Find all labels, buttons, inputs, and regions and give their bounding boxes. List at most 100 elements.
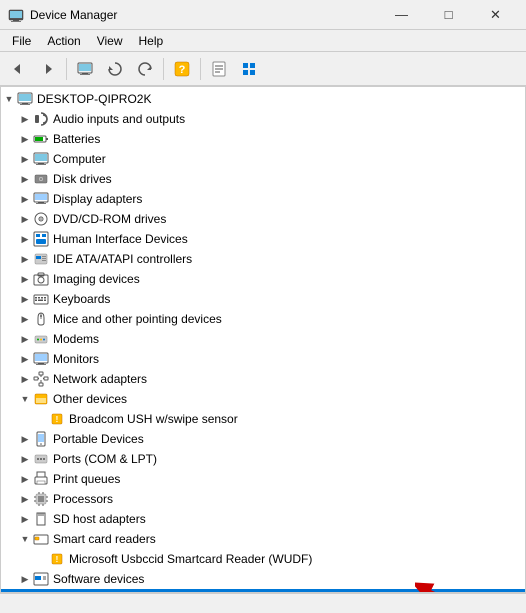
root-expander[interactable]: ▼ bbox=[1, 91, 17, 107]
list-item[interactable]: ▶ Imaging devices bbox=[1, 269, 525, 289]
usbccid-icon: ! bbox=[49, 551, 65, 567]
list-item[interactable]: ▶ Display adapters bbox=[1, 189, 525, 209]
list-item[interactable]: ▶ Modems bbox=[1, 329, 525, 349]
batteries-label: Batteries bbox=[53, 132, 100, 146]
list-item[interactable]: ▶ Batteries bbox=[1, 129, 525, 149]
window-controls: — □ ✕ bbox=[379, 0, 518, 30]
keyboards-expander[interactable]: ▶ bbox=[17, 291, 33, 307]
menu-bar: File Action View Help bbox=[0, 30, 526, 52]
portable-label: Portable Devices bbox=[53, 432, 144, 446]
computer-device-icon bbox=[33, 151, 49, 167]
dvd-icon bbox=[33, 211, 49, 227]
imaging-expander[interactable]: ▶ bbox=[17, 271, 33, 287]
list-item[interactable]: ▶ Disk drives bbox=[1, 169, 525, 189]
list-item[interactable]: ▶ Ports (COM & LPT) bbox=[1, 449, 525, 469]
list-item[interactable]: ▶ Monitors bbox=[1, 349, 525, 369]
list-item[interactable]: ▶ Mice and other pointing devices bbox=[1, 309, 525, 329]
smartcard-expander[interactable]: ▼ bbox=[17, 531, 33, 547]
modems-expander[interactable]: ▶ bbox=[17, 331, 33, 347]
list-item[interactable]: ▶ Human Interface Devices bbox=[1, 229, 525, 249]
audio-expander[interactable]: ▶ bbox=[17, 111, 33, 127]
device-tree[interactable]: ▼ DESKTOP-QIPRO2K ▶ bbox=[0, 86, 526, 593]
usbccid-label: Microsoft Usbccid Smartcard Reader (WUDF… bbox=[69, 552, 312, 566]
monitor-icon bbox=[33, 351, 49, 367]
dvd-expander[interactable]: ▶ bbox=[17, 211, 33, 227]
list-item[interactable]: ▶ ! Microsoft Usbccid Smartcard Reader (… bbox=[1, 549, 525, 569]
hid-expander[interactable]: ▶ bbox=[17, 231, 33, 247]
close-button[interactable]: ✕ bbox=[473, 0, 518, 30]
back-button[interactable] bbox=[4, 55, 32, 83]
menu-view[interactable]: View bbox=[89, 30, 131, 52]
computer-label: Computer bbox=[53, 152, 106, 166]
printer-icon bbox=[33, 471, 49, 487]
display-label: Display adapters bbox=[53, 192, 142, 206]
modems-label: Modems bbox=[53, 332, 99, 346]
dvd-label: DVD/CD-ROM drives bbox=[53, 212, 166, 226]
list-item[interactable]: ▶ Processors bbox=[1, 489, 525, 509]
ide-expander[interactable]: ▶ bbox=[17, 251, 33, 267]
menu-help[interactable]: Help bbox=[131, 30, 172, 52]
svg-text:!: ! bbox=[56, 415, 59, 424]
list-item[interactable]: ▶ Portable Devices bbox=[1, 429, 525, 449]
list-item[interactable]: ▶ Keyboards bbox=[1, 289, 525, 309]
computer-icon bbox=[17, 91, 33, 107]
imaging-label: Imaging devices bbox=[53, 272, 140, 286]
list-item[interactable]: ▶ Audio inputs and outputs bbox=[1, 109, 525, 129]
network-expander[interactable]: ▶ bbox=[17, 371, 33, 387]
batteries-expander[interactable]: ▶ bbox=[17, 131, 33, 147]
sd-expander[interactable]: ▶ bbox=[17, 511, 33, 527]
processors-expander[interactable]: ▶ bbox=[17, 491, 33, 507]
svg-text:!: ! bbox=[56, 555, 59, 564]
disk-expander[interactable]: ▶ bbox=[17, 171, 33, 187]
disk-icon bbox=[33, 171, 49, 187]
properties-button[interactable] bbox=[205, 55, 233, 83]
mouse-icon bbox=[33, 311, 49, 327]
hid-icon bbox=[33, 231, 49, 247]
processors-label: Processors bbox=[53, 492, 113, 506]
forward-button[interactable] bbox=[34, 55, 62, 83]
tree-root-item[interactable]: ▼ DESKTOP-QIPRO2K bbox=[1, 89, 525, 109]
display-expander[interactable]: ▶ bbox=[17, 191, 33, 207]
other-expander[interactable]: ▼ bbox=[17, 391, 33, 407]
list-item[interactable]: ▶ Software devices bbox=[1, 569, 525, 589]
mice-expander[interactable]: ▶ bbox=[17, 311, 33, 327]
print-expander[interactable]: ▶ bbox=[17, 471, 33, 487]
portable-expander[interactable]: ▶ bbox=[17, 431, 33, 447]
battery-icon bbox=[33, 131, 49, 147]
portable-icon bbox=[33, 431, 49, 447]
list-item[interactable]: ▼ Smart card readers bbox=[1, 529, 525, 549]
list-item[interactable]: ▶ Network adapters bbox=[1, 369, 525, 389]
menu-action[interactable]: Action bbox=[39, 30, 88, 52]
computer-expander[interactable]: ▶ bbox=[17, 151, 33, 167]
monitors-expander[interactable]: ▶ bbox=[17, 351, 33, 367]
computer-icon-btn[interactable] bbox=[71, 55, 99, 83]
monitors-label: Monitors bbox=[53, 352, 99, 366]
maximize-button[interactable]: □ bbox=[426, 0, 471, 30]
list-item[interactable]: ▼ Other devices bbox=[1, 389, 525, 409]
software-expander[interactable]: ▶ bbox=[17, 571, 33, 587]
modem-icon bbox=[33, 331, 49, 347]
rollback-button[interactable] bbox=[131, 55, 159, 83]
window-title: Device Manager bbox=[30, 8, 117, 22]
list-item[interactable]: ▶ Computer bbox=[1, 149, 525, 169]
view-button[interactable] bbox=[235, 55, 263, 83]
disk-label: Disk drives bbox=[53, 172, 112, 186]
sd-icon bbox=[33, 511, 49, 527]
update-button[interactable] bbox=[101, 55, 129, 83]
list-item[interactable]: ▶ ! Broadcom USH w/swipe sensor bbox=[1, 409, 525, 429]
list-item[interactable]: ▶ SD host adapters bbox=[1, 509, 525, 529]
audio-label: Audio inputs and outputs bbox=[53, 112, 185, 126]
help-button[interactable]: ? bbox=[168, 55, 196, 83]
list-item[interactable]: ▶ Print queues bbox=[1, 469, 525, 489]
minimize-button[interactable]: — bbox=[379, 0, 424, 30]
other-devices-icon bbox=[33, 391, 49, 407]
network-label: Network adapters bbox=[53, 372, 147, 386]
keyboards-label: Keyboards bbox=[53, 292, 110, 306]
list-item[interactable]: ▶ IDE ATA/ATAPI controllers bbox=[1, 249, 525, 269]
list-item[interactable]: ▶ DVD/CD-ROM drives bbox=[1, 209, 525, 229]
status-bar bbox=[0, 593, 526, 613]
menu-file[interactable]: File bbox=[4, 30, 39, 52]
ports-expander[interactable]: ▶ bbox=[17, 451, 33, 467]
software-icon bbox=[33, 571, 49, 587]
title-bar: Device Manager — □ ✕ bbox=[0, 0, 526, 30]
